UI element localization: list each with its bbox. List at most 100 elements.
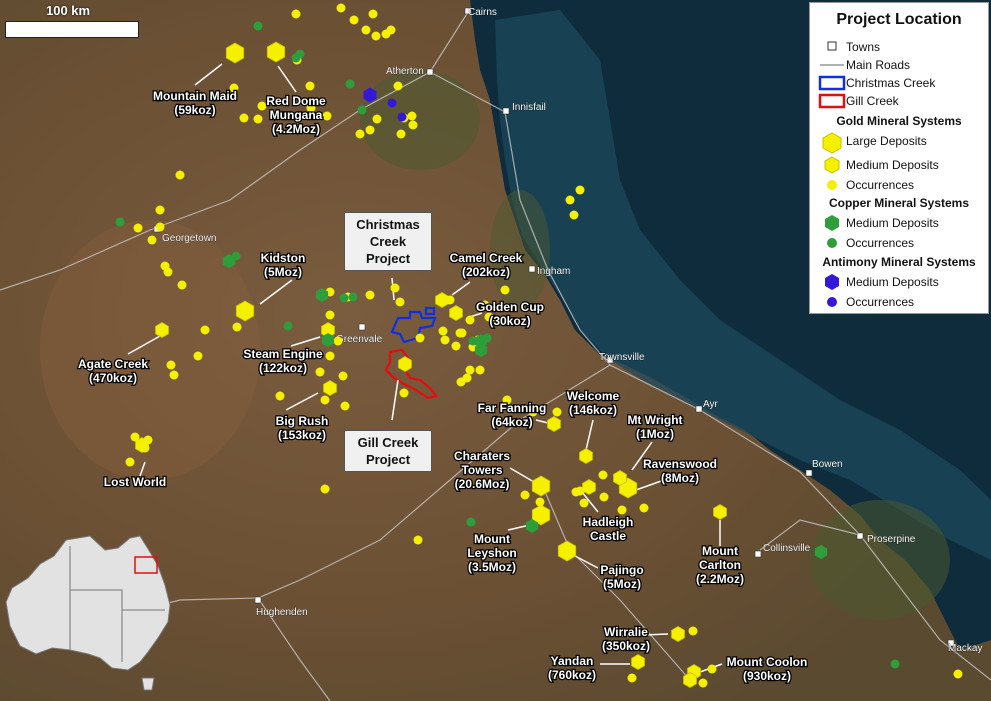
gold-occurrence[interactable] [291, 9, 301, 19]
gold-occurrence[interactable] [445, 295, 455, 305]
gold-occurrence[interactable] [169, 370, 179, 380]
gold-occurrence[interactable] [232, 322, 242, 332]
gold-occurrence[interactable] [475, 365, 485, 375]
gold-occurrence[interactable] [320, 484, 330, 494]
gold-occurrence[interactable] [239, 113, 249, 123]
gold-occurrence[interactable] [333, 336, 343, 346]
copper-occurrence[interactable] [231, 251, 241, 261]
gold-medium-deposit[interactable] [582, 479, 596, 495]
gold-occurrence[interactable] [535, 497, 545, 507]
gold-occurrence[interactable] [371, 31, 381, 41]
gold-occurrence[interactable] [617, 505, 627, 515]
gold-occurrence[interactable] [372, 114, 382, 124]
gold-occurrence[interactable] [569, 210, 579, 220]
gold-occurrence[interactable] [257, 101, 267, 111]
gold-occurrence[interactable] [322, 111, 332, 121]
gold-occurrence[interactable] [390, 283, 400, 293]
gold-occurrence[interactable] [688, 626, 698, 636]
gold-occurrence[interactable] [177, 280, 187, 290]
gold-occurrence[interactable] [575, 486, 585, 496]
gold-occurrence[interactable] [399, 388, 409, 398]
gold-occurrence[interactable] [338, 371, 348, 381]
gold-occurrence[interactable] [325, 310, 335, 320]
gold-occurrence[interactable] [415, 333, 425, 343]
gold-occurrence[interactable] [465, 315, 475, 325]
gold-medium-deposit[interactable] [547, 416, 561, 432]
gold-occurrence[interactable] [413, 535, 423, 545]
gold-medium-deposit[interactable] [613, 470, 627, 486]
gold-occurrence[interactable] [500, 285, 510, 295]
gold-occurrence[interactable] [579, 498, 589, 508]
gold-occurrence[interactable] [125, 457, 135, 467]
gold-occurrence[interactable] [408, 120, 418, 130]
gold-occurrence[interactable] [193, 351, 203, 361]
gold-occurrence[interactable] [133, 223, 143, 233]
gold-occurrence[interactable] [627, 673, 637, 683]
copper-occurrence[interactable] [253, 21, 263, 31]
copper-occurrence[interactable] [466, 517, 476, 527]
gold-occurrence[interactable] [698, 678, 708, 688]
gold-occurrence[interactable] [440, 335, 450, 345]
copper-occurrence[interactable] [468, 336, 478, 346]
copper-occurrence[interactable] [348, 292, 358, 302]
gold-medium-deposit[interactable] [398, 356, 412, 372]
gold-occurrence[interactable] [155, 222, 165, 232]
gold-occurrence[interactable] [365, 290, 375, 300]
gold-occurrence[interactable] [465, 365, 475, 375]
gold-occurrence[interactable] [200, 325, 210, 335]
gold-occurrence[interactable] [361, 25, 371, 35]
gold-occurrence[interactable] [355, 129, 365, 139]
gold-occurrence[interactable] [155, 205, 165, 215]
gold-occurrence[interactable] [130, 432, 140, 442]
copper-occurrence[interactable] [357, 105, 367, 115]
gold-occurrence[interactable] [336, 3, 346, 13]
copper-occurrence[interactable] [482, 333, 492, 343]
gold-occurrence[interactable] [438, 326, 448, 336]
gold-medium-deposit[interactable] [323, 380, 337, 396]
gold-occurrence[interactable] [565, 195, 575, 205]
gold-medium-deposit[interactable] [683, 672, 697, 688]
copper-occurrence[interactable] [890, 659, 900, 669]
gold-occurrence[interactable] [147, 235, 157, 245]
gold-medium-deposit[interactable] [671, 626, 685, 642]
gold-occurrence[interactable] [253, 114, 263, 124]
antimony-occurrence[interactable] [397, 112, 407, 122]
antimony-occurrence[interactable] [387, 98, 397, 108]
gold-occurrence[interactable] [325, 351, 335, 361]
gold-occurrence[interactable] [395, 297, 405, 307]
gold-occurrence[interactable] [368, 9, 378, 19]
gold-occurrence[interactable] [639, 503, 649, 513]
gold-occurrence[interactable] [365, 125, 375, 135]
gold-occurrence[interactable] [175, 170, 185, 180]
gold-occurrence[interactable] [575, 185, 585, 195]
gold-occurrence[interactable] [166, 360, 176, 370]
gold-occurrence[interactable] [598, 470, 608, 480]
gold-medium-deposit[interactable] [155, 322, 169, 338]
gold-occurrence[interactable] [552, 407, 562, 417]
copper-occurrence[interactable] [115, 217, 125, 227]
gold-occurrence[interactable] [396, 129, 406, 139]
gold-occurrence[interactable] [349, 15, 359, 25]
copper-occurrence[interactable] [345, 79, 355, 89]
gold-occurrence[interactable] [340, 401, 350, 411]
gold-occurrence[interactable] [305, 81, 315, 91]
gold-medium-deposit[interactable] [579, 448, 593, 464]
gold-occurrence[interactable] [407, 111, 417, 121]
gold-occurrence[interactable] [707, 664, 717, 674]
gold-occurrence[interactable] [599, 492, 609, 502]
gold-occurrence[interactable] [275, 391, 285, 401]
gold-occurrence[interactable] [457, 328, 467, 338]
copper-occurrence[interactable] [295, 49, 305, 59]
gold-occurrence[interactable] [953, 669, 963, 679]
gill-creek-callout[interactable]: Gill Creek Project [344, 430, 432, 472]
gold-occurrence[interactable] [393, 81, 403, 91]
copper-occurrence[interactable] [283, 321, 293, 331]
gold-occurrence[interactable] [451, 341, 461, 351]
gold-occurrence[interactable] [163, 267, 173, 277]
gold-medium-deposit[interactable] [449, 305, 463, 321]
copper-occurrence[interactable] [339, 293, 349, 303]
gold-occurrence[interactable] [315, 367, 325, 377]
gold-occurrence[interactable] [320, 395, 330, 405]
gold-medium-deposit[interactable] [713, 504, 727, 520]
gold-occurrence[interactable] [143, 435, 153, 445]
